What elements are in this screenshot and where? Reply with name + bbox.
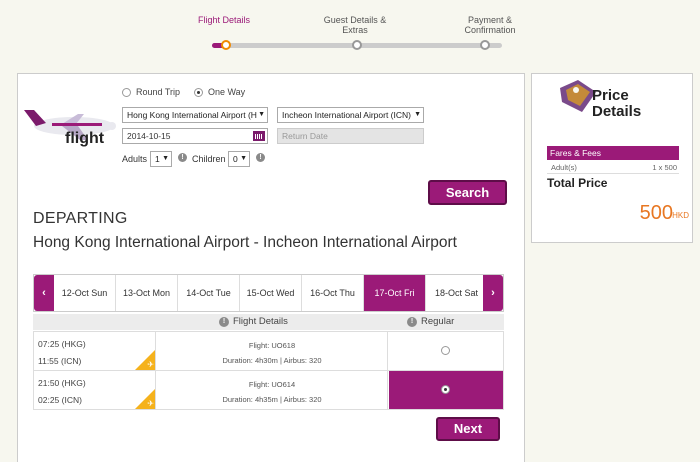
flight-table-header: ! Flight Details ! Regular [33, 314, 504, 330]
destination-value: Incheon International Airport (ICN) [282, 110, 411, 120]
flight-number: Flight: UO618 [248, 341, 296, 350]
return-date-input[interactable]: Return Date [277, 128, 424, 144]
children-select[interactable]: 0 ▼ [228, 151, 250, 167]
date-tab[interactable]: 14-Oct Tue [178, 275, 240, 311]
one-way-label: One Way [208, 87, 246, 97]
price-title-line2: Details [592, 103, 642, 120]
route-title: Hong Kong International Airport - Incheo… [33, 234, 457, 251]
step-payment: Payment & Confirmation [464, 15, 516, 35]
chevron-down-icon: ▼ [162, 155, 169, 162]
step-dot [480, 40, 490, 50]
date-tab[interactable]: 18-Oct Sat [426, 275, 488, 311]
flight-number: Flight: UO614 [248, 380, 296, 389]
currency-label: HKD [672, 211, 689, 220]
round-trip-radio[interactable] [122, 87, 131, 97]
col-regular: Regular [421, 316, 455, 327]
flight-row[interactable]: 07:25 (HKG) 11:55 (ICN) ✈ Flight: UO618 … [33, 331, 504, 371]
calendar-icon[interactable] [253, 131, 265, 141]
step-dot-current [221, 40, 231, 50]
flight-row[interactable]: 21:50 (HKG) 02:25 (ICN) ✈ Flight: UO614 … [33, 370, 504, 410]
info-icon[interactable]: ! [407, 317, 417, 327]
chevron-down-icon: ▼ [414, 111, 421, 118]
search-button[interactable]: Search [428, 180, 507, 205]
plane-icon: ✈ [147, 360, 154, 369]
arrival-time: 02:25 (ICN) [38, 395, 82, 405]
adults-info-icon[interactable]: ! [178, 153, 187, 162]
origin-select[interactable]: Hong Kong International Airport (H ▼ [122, 107, 268, 123]
price-details-title: Price Details [592, 88, 641, 120]
adults-label: Adults [122, 154, 148, 164]
total-price-label: Total Price [547, 176, 608, 190]
step-guest-details: Guest Details & Extras [323, 15, 387, 35]
step-flight-details[interactable]: Flight Details [194, 15, 254, 25]
arrival-time: 11:55 (ICN) [38, 356, 82, 366]
date-tab[interactable]: 15-Oct Wed [240, 275, 302, 311]
depart-date-input[interactable]: 2014-10-15 [122, 128, 268, 144]
flight-times: 07:25 (HKG) 11:55 (ICN) ✈ [34, 332, 156, 370]
destination-select[interactable]: Incheon International Airport (ICN) ▼ [277, 107, 424, 123]
departing-title: DEPARTING [33, 210, 128, 227]
step-dot [352, 40, 362, 50]
date-tab[interactable]: 16-Oct Thu [302, 275, 364, 311]
flight-duration: Duration: 4h30m | Airbus: 320 [222, 356, 322, 365]
col-flight-details: Flight Details [233, 316, 288, 327]
flight-times: 21:50 (HKG) 02:25 (ICN) ✈ [34, 371, 156, 409]
booking-panel: flight Round Trip One Way Hong Kong Inte… [17, 73, 525, 462]
origin-value: Hong Kong International Airport (H [127, 110, 257, 120]
adult-label: Adult(s) [551, 163, 577, 172]
adults-value: 1 [155, 154, 160, 164]
next-button[interactable]: Next [436, 417, 500, 441]
fares-fees-header: Fares & Fees [547, 146, 679, 160]
next-date-arrow-icon[interactable]: › [483, 275, 503, 311]
departure-time: 07:25 (HKG) [38, 339, 86, 349]
adults-select[interactable]: 1 ▼ [150, 151, 172, 167]
fare-radio[interactable] [441, 346, 450, 355]
flight-duration: Duration: 4h35m | Airbus: 320 [222, 395, 322, 404]
date-tab-selected[interactable]: 17-Oct Fri [364, 275, 426, 311]
round-trip-label: Round Trip [136, 87, 181, 97]
regular-fare-cell-selected[interactable] [389, 371, 503, 409]
children-label: Children [192, 154, 226, 164]
prev-date-arrow-icon[interactable]: ‹ [34, 275, 54, 311]
return-date-placeholder: Return Date [282, 131, 328, 141]
children-value: 0 [233, 154, 238, 164]
progress-steps: Flight Details Guest Details & Extras Pa… [180, 10, 540, 58]
fare-radio-selected[interactable] [441, 385, 450, 394]
date-selector: ‹ 12-Oct Sun 13-Oct Mon 14-Oct Tue 15-Oc… [33, 274, 504, 312]
children-info-icon[interactable]: ! [256, 153, 265, 162]
chevron-down-icon: ▼ [240, 155, 247, 162]
departure-time: 21:50 (HKG) [38, 378, 86, 388]
round-trip-option[interactable]: Round Trip [122, 87, 180, 97]
adult-fare-value: 1 x 500 [652, 163, 677, 172]
info-icon[interactable]: ! [219, 317, 229, 327]
depart-date-value: 2014-10-15 [127, 131, 171, 141]
date-tab[interactable]: 12-Oct Sun [54, 275, 116, 311]
total-price-value: 500 [639, 202, 673, 224]
adult-fare-row: Adult(s) 1 x 500 [547, 160, 679, 174]
flight-details: Flight: UO618 Duration: 4h30m | Airbus: … [157, 332, 388, 370]
brand-word: flight [65, 130, 105, 147]
plane-icon: ✈ [147, 399, 154, 408]
price-details-panel: Price Details Fares & Fees Adult(s) 1 x … [531, 73, 693, 243]
chevron-down-icon: ▼ [258, 111, 265, 118]
one-way-option[interactable]: One Way [194, 87, 245, 97]
flight-details: Flight: UO614 Duration: 4h35m | Airbus: … [157, 371, 388, 409]
date-tab[interactable]: 13-Oct Mon [116, 275, 178, 311]
regular-fare-cell[interactable] [389, 332, 503, 370]
one-way-radio[interactable] [194, 87, 203, 97]
price-title-line1: Price [592, 87, 629, 104]
